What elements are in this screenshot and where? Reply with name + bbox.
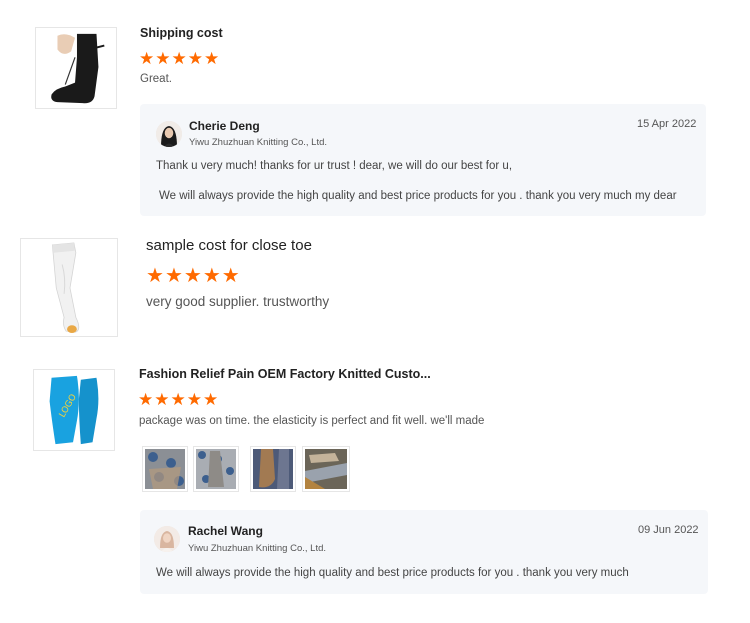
product-thumbnail[interactable] — [20, 238, 118, 337]
star-icon: ★ — [204, 49, 220, 68]
blue-calf-sleeve-icon: LOGO — [49, 375, 99, 445]
review-item: sample cost for close toe ★ ★ ★ ★ ★ very… — [0, 230, 750, 340]
star-icon: ★ — [187, 49, 203, 68]
supplier-reply: Rachel Wang Yiwu Zhuzhuan Knitting Co., … — [140, 510, 708, 594]
star-icon: ★ — [221, 265, 240, 287]
black-knee-sock-icon — [51, 33, 105, 104]
review-product-title[interactable]: Shipping cost — [140, 26, 223, 40]
review-item: Shipping cost ★ ★ ★ ★ ★ Great. Cherie De… — [0, 0, 750, 225]
review-item: LOGO Fashion Relief Pain OEM Factory Kni… — [0, 360, 750, 600]
reply-author-name: Rachel Wang — [188, 524, 263, 538]
rating-stars: ★ ★ ★ ★ ★ — [138, 390, 218, 410]
reply-text-line: We will always provide the high quality … — [159, 190, 677, 202]
star-icon: ★ — [203, 390, 219, 409]
review-product-title[interactable]: sample cost for close toe — [146, 237, 312, 254]
product-thumbnail[interactable] — [35, 27, 117, 109]
reply-author-name: Cherie Deng — [189, 119, 260, 133]
star-icon: ★ — [202, 265, 221, 287]
star-icon: ★ — [171, 49, 187, 68]
reply-company: Yiwu Zhuzhuan Knitting Co., Ltd. — [189, 137, 328, 148]
reply-date: 09 Jun 2022 — [638, 524, 699, 536]
star-icon: ★ — [164, 265, 183, 287]
avatar — [156, 121, 182, 147]
review-comment: package was on time. the elasticity is p… — [139, 415, 485, 427]
review-photo[interactable] — [302, 446, 350, 492]
reply-company: Yiwu Zhuzhuan Knitting Co., Ltd. — [188, 543, 327, 554]
reply-text-line: We will always provide the high quality … — [156, 567, 629, 579]
star-icon: ★ — [170, 390, 186, 409]
star-icon: ★ — [139, 49, 155, 68]
star-icon: ★ — [186, 390, 202, 409]
star-icon: ★ — [155, 49, 171, 68]
white-thigh-high-stocking-icon — [51, 242, 80, 334]
review-product-title[interactable]: Fashion Relief Pain OEM Factory Knitted … — [139, 367, 431, 381]
rating-stars: ★ ★ ★ ★ ★ — [139, 49, 219, 69]
reply-text-line: Thank u very much! thanks for ur trust !… — [156, 160, 513, 172]
rating-stars: ★ ★ ★ ★ ★ — [146, 263, 240, 288]
review-photo[interactable] — [193, 446, 239, 492]
review-photo[interactable] — [142, 446, 188, 492]
review-photo[interactable] — [250, 446, 296, 492]
review-comment: Great. — [140, 73, 172, 85]
star-icon: ★ — [183, 265, 202, 287]
avatar — [154, 526, 180, 552]
supplier-reply: Cherie Deng Yiwu Zhuzhuan Knitting Co., … — [140, 104, 706, 216]
reply-date: 15 Apr 2022 — [637, 118, 697, 130]
product-thumbnail[interactable]: LOGO — [33, 369, 115, 451]
star-icon: ★ — [154, 390, 170, 409]
star-icon: ★ — [138, 390, 154, 409]
review-comment: very good supplier. trustworthy — [146, 294, 330, 309]
star-icon: ★ — [146, 265, 164, 287]
